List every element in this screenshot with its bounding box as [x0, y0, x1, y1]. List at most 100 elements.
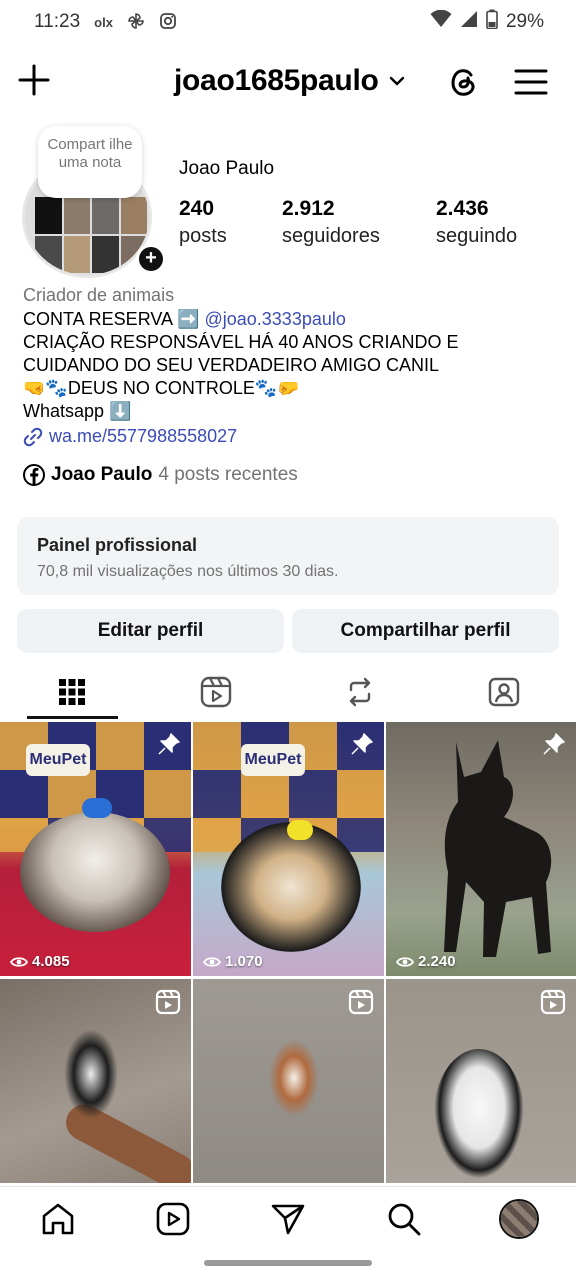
- profile-stats: 240 posts 2.912 seguidores 2.436 seguind…: [179, 196, 517, 250]
- view-count: 2.240: [396, 953, 456, 970]
- status-time: 11:23: [34, 11, 81, 32]
- profile-tabs: [0, 664, 576, 720]
- bottom-navigation: [0, 1186, 576, 1250]
- view-count: 4.085: [10, 953, 70, 970]
- gesture-home-bar[interactable]: [204, 1260, 372, 1266]
- add-story-icon[interactable]: +: [136, 244, 166, 274]
- facebook-icon: [23, 464, 45, 486]
- bio-line: CUIDANDO DO SEU VERDADEIRO AMIGO CANIL: [23, 355, 440, 375]
- reels-icon: [156, 1202, 190, 1236]
- post-image-puppy: [434, 1049, 524, 1179]
- reel-icon: [540, 989, 566, 1015]
- threads-icon: [451, 69, 475, 96]
- bow-decoration: [287, 820, 313, 840]
- nav-profile[interactable]: [499, 1199, 539, 1239]
- edit-profile-button[interactable]: Editar perfil: [17, 609, 284, 653]
- reel-icon: [348, 989, 374, 1015]
- status-bar: 11:23 olx 29%: [0, 0, 576, 44]
- bio-external-link[interactable]: wa.me/5577988558027: [23, 425, 563, 448]
- nav-search[interactable]: [384, 1199, 424, 1239]
- profile-header: joao1685paulo: [0, 50, 576, 116]
- facebook-meta: 4 posts recentes: [158, 464, 298, 485]
- post-image-dog: [20, 812, 170, 932]
- instagram-icon: [159, 12, 177, 33]
- stat-posts[interactable]: 240 posts: [179, 196, 282, 250]
- profile-name: Joao Paulo: [179, 158, 275, 179]
- stat-followers[interactable]: 2.912 seguidores: [282, 196, 436, 250]
- stat-label: posts: [179, 225, 227, 247]
- post-tile[interactable]: MeuPet 4.085: [0, 722, 191, 976]
- dashboard-subtitle: 70,8 mil visualizações nos últimos 30 di…: [37, 563, 339, 580]
- hamburger-menu-icon: [514, 69, 548, 95]
- grid-icon: [59, 679, 85, 705]
- create-button[interactable]: [18, 64, 50, 96]
- pinwheel-icon: [127, 12, 145, 33]
- dashboard-title: Painel profissional: [37, 535, 198, 555]
- nav-reels[interactable]: [153, 1199, 193, 1239]
- threads-button[interactable]: [446, 64, 482, 100]
- eye-icon: [203, 956, 221, 967]
- bio-text: CONTA RESERVA ➡️: [23, 309, 200, 329]
- view-count-value: 4.085: [32, 953, 70, 970]
- posts-grid: MeuPet 4.085 MeuPet 1.070 2.240: [0, 722, 576, 1184]
- bio-category: Criador de animais: [23, 285, 175, 305]
- bio-line: 🤜🐾DEUS NO CONTROLE🐾🤛: [23, 378, 300, 398]
- tab-reposts[interactable]: [315, 668, 405, 716]
- bio-line: CONTA RESERVA ➡️ @joao.3333paulo: [23, 308, 563, 331]
- post-tile[interactable]: [386, 979, 576, 1183]
- stat-value: 240: [179, 197, 215, 220]
- post-logo: MeuPet: [26, 744, 90, 776]
- pin-icon: [158, 733, 180, 755]
- stat-following[interactable]: 2.436 seguindo: [436, 196, 517, 250]
- menu-button[interactable]: [514, 68, 548, 96]
- battery-icon: [486, 9, 498, 35]
- reel-icon: [155, 989, 181, 1015]
- facebook-name: Joao Paulo: [51, 464, 153, 485]
- bio-line: Whatsapp ⬇️: [23, 401, 132, 421]
- post-image-dog: [221, 822, 361, 952]
- tab-posts-grid[interactable]: [27, 668, 117, 716]
- pin-icon: [351, 733, 373, 755]
- view-count-value: 1.070: [225, 953, 263, 970]
- stat-value: 2.912: [282, 197, 335, 220]
- profile-avatar-icon: [499, 1199, 539, 1239]
- account-switcher[interactable]: joao1685paulo: [174, 64, 405, 98]
- note-bubble[interactable]: Compart ilhe uma nota: [38, 126, 142, 198]
- post-tile[interactable]: [0, 979, 191, 1183]
- eye-icon: [396, 956, 414, 967]
- search-icon: [388, 1203, 421, 1236]
- reels-icon: [200, 676, 232, 708]
- tab-reels[interactable]: [171, 668, 261, 716]
- link-text: wa.me/5577988558027: [49, 426, 238, 446]
- olx-icon: olx: [94, 14, 113, 30]
- username: joao1685paulo: [174, 64, 379, 97]
- bio-mention-link[interactable]: @joao.3333paulo: [204, 309, 345, 329]
- post-tile[interactable]: [193, 979, 384, 1183]
- chevron-down-icon: [389, 76, 404, 86]
- stat-label: seguindo: [436, 225, 518, 247]
- share-profile-button[interactable]: Compartilhar perfil: [292, 609, 559, 653]
- link-icon: [23, 427, 43, 446]
- view-count-value: 2.240: [418, 953, 456, 970]
- profile-bio: Criador de animais CONTA RESERVA ➡️ @joa…: [23, 284, 563, 448]
- nav-messages[interactable]: [268, 1199, 308, 1239]
- tab-tagged[interactable]: [459, 668, 549, 716]
- view-count: 1.070: [203, 953, 263, 970]
- tagged-icon: [488, 677, 520, 707]
- battery-percent: 29%: [505, 11, 544, 32]
- post-tile[interactable]: MeuPet 1.070: [193, 722, 384, 976]
- wifi-icon: [430, 9, 452, 34]
- home-icon: [42, 1203, 74, 1235]
- post-image-puppy: [269, 1039, 319, 1117]
- reposts-icon: [349, 677, 371, 707]
- bio-line: CRIAÇÃO RESPONSÁVEL HÁ 40 ANOS CRIANDO E: [23, 332, 459, 352]
- post-image-dog: [444, 740, 552, 957]
- bow-decoration: [82, 798, 112, 818]
- signal-icon: [460, 10, 478, 34]
- plus-icon: [18, 64, 50, 96]
- facebook-link[interactable]: Joao Paulo 4 posts recentes: [23, 464, 298, 486]
- post-logo: MeuPet: [241, 744, 305, 776]
- professional-dashboard[interactable]: Painel profissional 70,8 mil visualizaçõ…: [17, 517, 559, 595]
- nav-home[interactable]: [38, 1199, 78, 1239]
- post-tile[interactable]: 2.240: [386, 722, 576, 976]
